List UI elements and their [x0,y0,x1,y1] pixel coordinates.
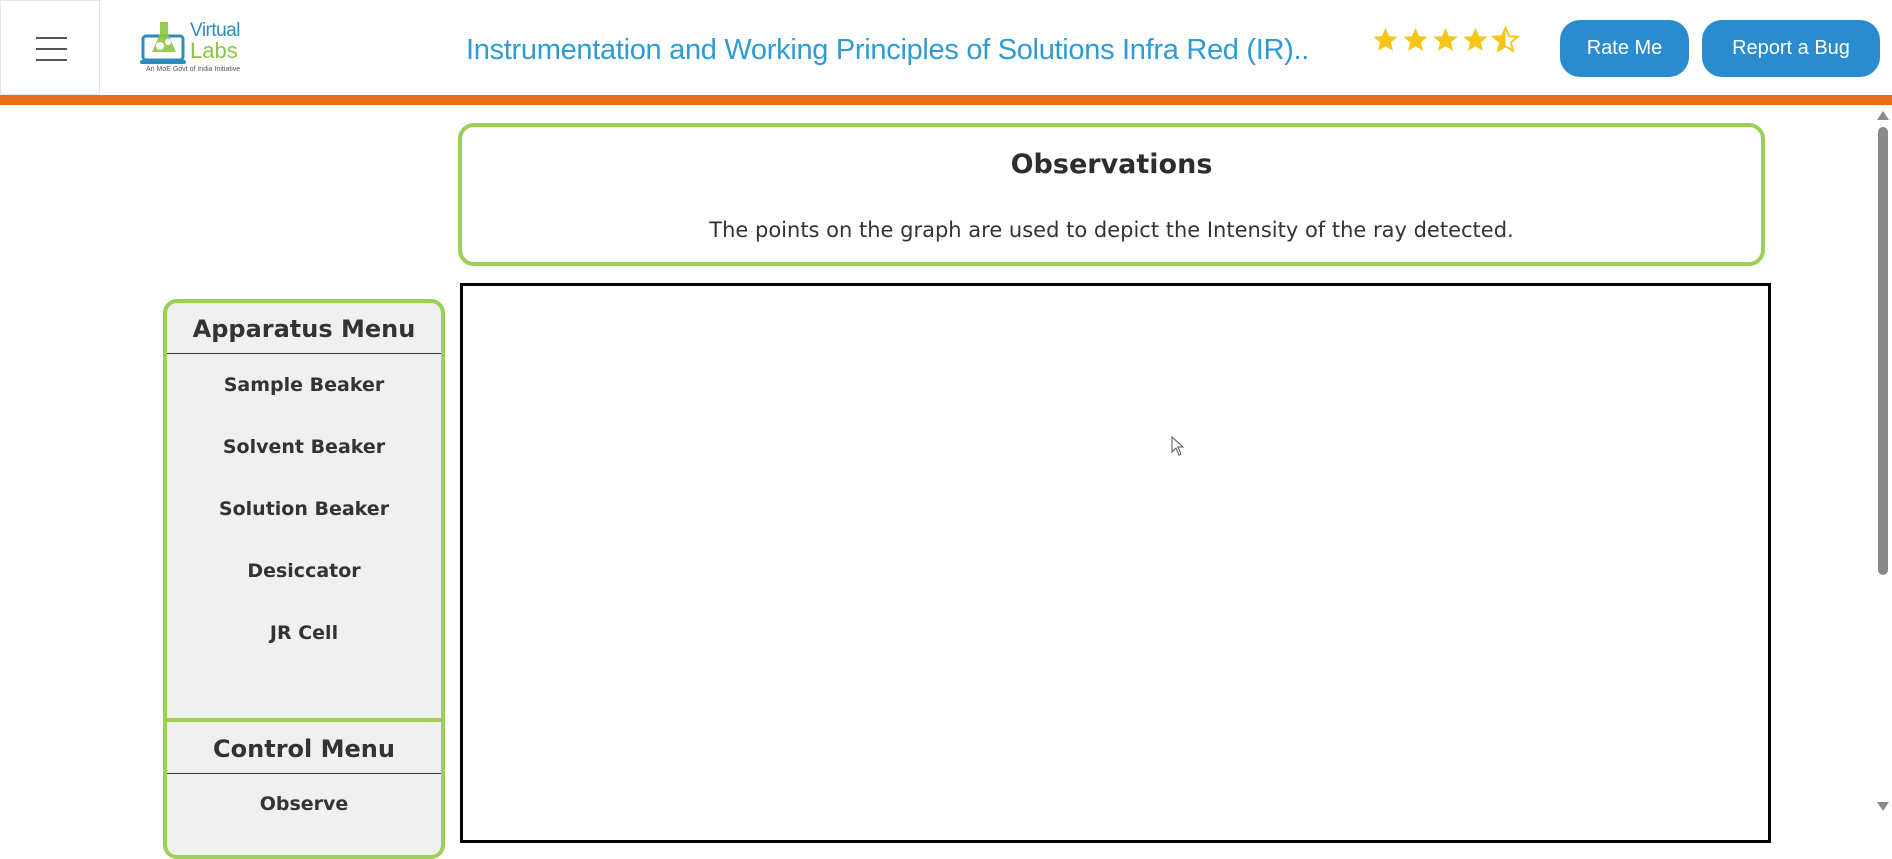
header-accent-bar [0,95,1892,105]
top-navbar: Virtual Labs An MoE Govt of India Initia… [0,0,1892,95]
side-menu: Apparatus Menu Sample Beaker Solvent Bea… [163,299,445,859]
menu-section-divider [167,718,441,722]
control-menu-rule [167,773,441,774]
scroll-down-arrow-icon[interactable] [1877,802,1889,811]
rate-me-button[interactable]: Rate Me [1560,20,1689,77]
page-scrollbar[interactable] [1873,105,1892,818]
menu-item-desiccator[interactable]: Desiccator [167,560,441,582]
experiment-title: Instrumentation and Working Principles o… [466,34,1310,66]
menu-item-solution-beaker[interactable]: Solution Beaker [167,498,441,520]
control-menu-heading: Control Menu [213,735,395,763]
logo-text-labs: Labs [190,38,238,63]
half-star-icon[interactable] [1491,24,1520,56]
star-icon[interactable] [1461,24,1490,56]
flask-logo-icon [140,22,186,64]
observations-panel: Observations The points on the graph are… [458,123,1765,266]
star-rating[interactable] [1371,24,1520,60]
observations-title: Observations [1010,149,1213,180]
star-icon[interactable] [1401,24,1430,56]
hamburger-menu-icon[interactable] [0,0,100,95]
mouse-pointer-icon [1171,436,1185,456]
star-icon[interactable] [1431,24,1460,56]
logo-tagline: An MoE Govt of India Initiative [146,66,241,73]
apparatus-menu-rule [167,353,441,354]
menu-item-observe[interactable]: Observe [167,793,441,815]
observations-text: The points on the graph are used to depi… [709,218,1514,242]
scroll-up-arrow-icon[interactable] [1877,111,1889,120]
menu-item-solvent-beaker[interactable]: Solvent Beaker [167,436,441,458]
menu-item-sample-beaker[interactable]: Sample Beaker [167,374,441,396]
menu-item-jr-cell[interactable]: JR Cell [167,622,441,644]
virtual-labs-logo[interactable]: Virtual Labs An MoE Govt of India Initia… [138,16,250,78]
simulation-canvas[interactable] [460,283,1771,843]
apparatus-menu-heading: Apparatus Menu [192,315,416,343]
report-bug-button[interactable]: Report a Bug [1702,20,1880,77]
scrollbar-thumb[interactable] [1878,127,1888,575]
star-icon[interactable] [1371,24,1400,56]
